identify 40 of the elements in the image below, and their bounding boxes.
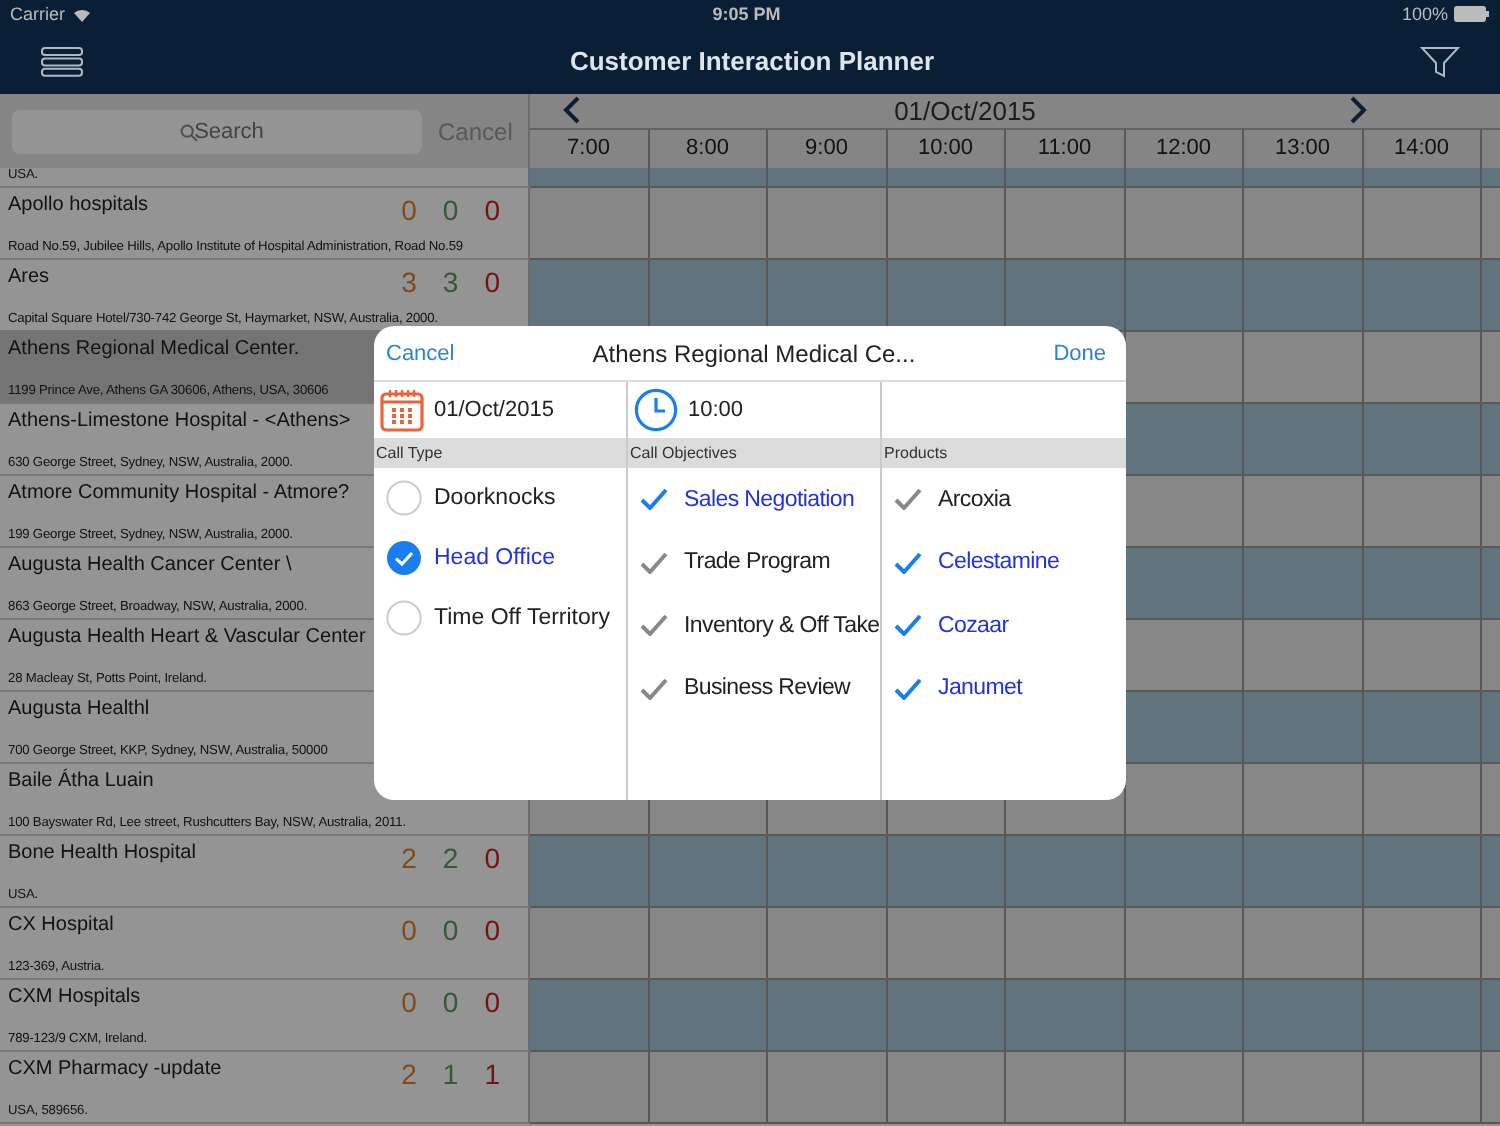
visit-count: 2	[401, 1058, 417, 1090]
visit-count: 0	[401, 986, 417, 1018]
customer-name: Bone Health Hospital	[8, 842, 196, 864]
visit-count: 3	[401, 266, 417, 298]
customer-name: Athens-Limestone Hospital - <Athens>	[8, 410, 351, 432]
section-header: Call Type	[374, 438, 626, 468]
customer-name: CXM Pharmacy -update	[8, 1058, 222, 1080]
dialog-title: Athens Regional Medical Ce...	[592, 339, 916, 367]
customer-name: Baile Átha Luain	[8, 770, 154, 792]
visit-count: 2	[442, 842, 459, 874]
app-title: Customer Interaction Planner	[569, 46, 935, 76]
visit-count: 2	[401, 842, 417, 874]
clock-time: 9:05 PM	[712, 4, 781, 24]
customer-name: CX Hospital	[8, 914, 114, 936]
customer-name: Atmore Community Hospital - Atmore?	[8, 482, 350, 504]
customer-name: Apollo hospitals	[8, 194, 149, 216]
visit-count: 0	[484, 194, 500, 226]
battery-label: 100%	[1401, 4, 1448, 24]
customer-name: CXM Hospitals	[8, 986, 141, 1008]
visit-count: 0	[442, 986, 459, 1018]
visit-count: 0	[401, 914, 417, 946]
visit-count: 0	[442, 194, 459, 226]
section-header: Products	[882, 438, 1126, 468]
visit-count: 0	[484, 842, 500, 874]
customer-name: Athens Regional Medical Center.	[8, 338, 300, 360]
customer-name: Augusta Health Heart & Vascular Center	[8, 626, 366, 648]
carrier-label: Carrier	[10, 4, 66, 24]
visit-count: 1	[442, 1058, 459, 1090]
section-header: Call Objectives	[628, 438, 880, 468]
calendar-date: 01/Oct/2015	[894, 95, 1036, 126]
customer-name: Ares	[8, 266, 50, 288]
visit-count: 0	[484, 986, 500, 1018]
customer-name: Augusta Healthl	[8, 698, 150, 720]
visit-count: 0	[484, 914, 500, 946]
visit-count: 1	[484, 1058, 500, 1090]
visit-count: 0	[484, 266, 500, 298]
visit-count: 0	[442, 914, 459, 946]
visit-count: 0	[401, 194, 417, 226]
visit-count: 3	[442, 266, 459, 298]
customer-name: Augusta Health Cancer Center \	[8, 554, 292, 576]
